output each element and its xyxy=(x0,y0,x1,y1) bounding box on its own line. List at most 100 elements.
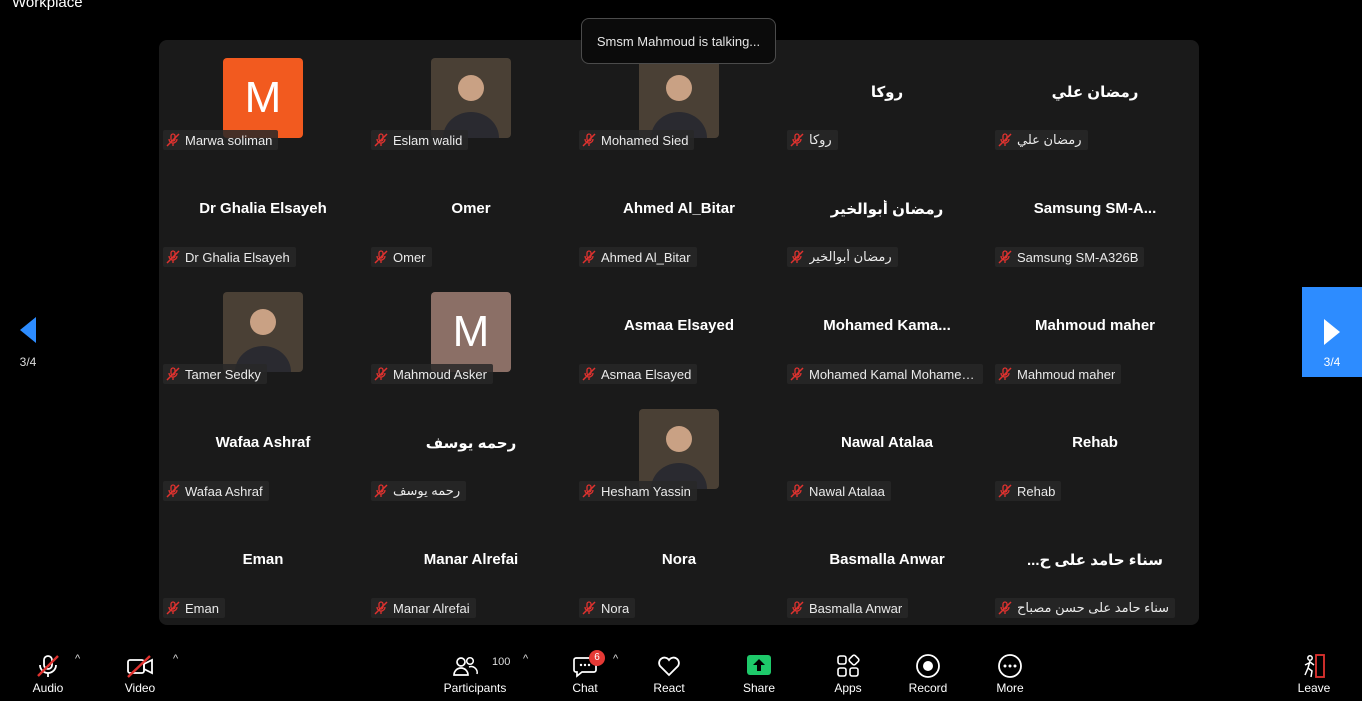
participant-tile[interactable]: Hesham Yassin xyxy=(575,391,783,508)
participant-name: رمضان أبوالخير xyxy=(809,249,892,264)
apps-button[interactable]: Apps xyxy=(825,649,871,697)
participant-display-name: Omer xyxy=(451,199,491,217)
participant-tile[interactable]: Mahmoud maher Mahmoud maher xyxy=(991,274,1199,391)
participant-display-name: روكا xyxy=(870,83,904,101)
participant-name: Samsung SM-A326B xyxy=(1017,249,1139,265)
more-options-icon xyxy=(998,654,1022,678)
participant-tile[interactable]: Basmalla Anwar Basmalla Anwar xyxy=(783,508,991,625)
participant-display-name: Nawal Atalaa xyxy=(841,433,933,451)
participant-name: Asmaa Elsayed xyxy=(601,366,692,382)
audio-options-caret-icon[interactable]: ^ xyxy=(75,653,80,665)
muted-mic-icon xyxy=(166,250,180,264)
record-icon xyxy=(916,654,940,678)
talking-indicator: Smsm Mahmoud is talking... xyxy=(581,18,776,64)
participant-tile[interactable]: Eman Eman xyxy=(159,508,367,625)
muted-mic-icon xyxy=(166,601,180,615)
gallery-view: M Marwa soliman Eslam walid Mohamed Sied روك… xyxy=(159,40,1199,625)
video-button[interactable]: Video xyxy=(114,649,166,697)
participants-count: 100 xyxy=(492,656,511,668)
participant-tile[interactable]: Samsung SM-A... Samsung SM-A326B xyxy=(991,157,1199,274)
participant-name: Mahmoud Asker xyxy=(393,366,487,382)
participant-display-name: ...سناء حامد على ح xyxy=(1027,551,1163,569)
participant-tile[interactable]: Asmaa Elsayed Asmaa Elsayed xyxy=(575,274,783,391)
participant-tile[interactable]: Nawal Atalaa Nawal Atalaa xyxy=(783,391,991,508)
participant-video-thumbnail xyxy=(431,58,511,138)
participant-tile[interactable]: M Mahmoud Asker xyxy=(367,274,575,391)
participant-tile[interactable]: رحمه يوسف رحمه يوسف xyxy=(367,391,575,508)
chat-label: Chat xyxy=(572,681,598,695)
record-label: Record xyxy=(908,681,948,695)
participant-name: Eslam walid xyxy=(393,132,463,148)
participant-name-tag: Eslam walid xyxy=(371,130,469,150)
participant-tile[interactable]: Mohamed Kama... Mohamed Kamal Mohamed ... xyxy=(783,274,991,391)
participant-tile[interactable]: رمضان أبوالخير رمضان أبوالخير xyxy=(783,157,991,274)
muted-mic-icon xyxy=(582,484,596,498)
participant-tile[interactable]: Ahmed Al_Bitar Ahmed Al_Bitar xyxy=(575,157,783,274)
participants-label: Participants xyxy=(443,681,507,695)
muted-mic-icon xyxy=(582,367,596,381)
record-button[interactable]: Record xyxy=(903,649,953,697)
chat-options-caret-icon[interactable]: ^ xyxy=(613,653,618,665)
participant-tile[interactable]: ...سناء حامد على ح سناء حامد على حسن مصبا… xyxy=(991,508,1199,625)
participant-tile[interactable]: Manar Alrefai Manar Alrefai xyxy=(367,508,575,625)
next-page-button[interactable]: 3/4 xyxy=(1302,287,1362,377)
muted-mic-icon xyxy=(998,250,1012,264)
participant-name-tag: Nora xyxy=(579,598,636,618)
participant-name: Eman xyxy=(185,600,219,616)
chevron-left-icon xyxy=(20,317,36,343)
participant-display-name: Mohamed Kama... xyxy=(823,316,951,334)
participant-name-tag: Ahmed Al_Bitar xyxy=(579,247,697,267)
participant-tile[interactable]: Omer Omer xyxy=(367,157,575,274)
muted-mic-icon xyxy=(374,601,388,615)
participant-display-name: Wafaa Ashraf xyxy=(215,433,311,451)
participant-tile[interactable]: Dr Ghalia Elsayeh Dr Ghalia Elsayeh xyxy=(159,157,367,274)
participant-tile[interactable]: M Marwa soliman xyxy=(159,40,367,157)
muted-mic-icon xyxy=(998,367,1012,381)
muted-mic-icon xyxy=(790,133,804,147)
muted-mic-icon xyxy=(582,133,596,147)
muted-mic-icon xyxy=(166,484,180,498)
audio-button[interactable]: Audio xyxy=(22,649,74,697)
participant-tile[interactable]: Eslam walid xyxy=(367,40,575,157)
participant-name-tag: Eman xyxy=(163,598,225,618)
participant-display-name: رحمه يوسف xyxy=(425,434,517,452)
participant-tile[interactable]: Rehab Rehab xyxy=(991,391,1199,508)
share-button[interactable]: Share xyxy=(736,649,782,697)
participant-display-name: Rehab xyxy=(1072,433,1118,451)
participant-name-tag: Manar Alrefai xyxy=(371,598,476,618)
muted-mic-icon xyxy=(998,601,1012,615)
app-title: Workplace xyxy=(12,0,83,11)
participant-name-tag: Hesham Yassin xyxy=(579,481,697,501)
participant-tile[interactable]: Wafaa Ashraf Wafaa Ashraf xyxy=(159,391,367,508)
participant-tile[interactable]: رمضان علي رمضان علي xyxy=(991,40,1199,157)
react-button[interactable]: React xyxy=(646,649,692,697)
video-options-caret-icon[interactable]: ^ xyxy=(173,653,178,665)
participant-name: روكا xyxy=(809,132,832,147)
audio-label: Audio xyxy=(32,681,64,695)
muted-mic-icon xyxy=(374,367,388,381)
previous-page-button[interactable]: 3/4 xyxy=(8,316,48,376)
leave-button[interactable]: Leave xyxy=(1291,649,1337,697)
participant-name: Rehab xyxy=(1017,483,1056,499)
participant-name-tag: رمضان علي xyxy=(995,130,1088,150)
participant-display-name: رمضان علي xyxy=(1051,83,1139,101)
participant-tile[interactable]: Tamer Sedky xyxy=(159,274,367,391)
participant-name-tag: رمضان أبوالخير xyxy=(787,247,898,267)
participant-tile[interactable]: Nora Nora xyxy=(575,508,783,625)
participant-name-tag: Tamer Sedky xyxy=(163,364,267,384)
participant-display-name: Eman xyxy=(242,550,284,568)
participant-tile[interactable]: روكا روكا xyxy=(783,40,991,157)
more-button[interactable]: More xyxy=(987,649,1033,697)
participant-name-tag: Asmaa Elsayed xyxy=(579,364,698,384)
heart-icon xyxy=(658,656,680,677)
participants-options-caret-icon[interactable]: ^ xyxy=(523,653,528,665)
participant-name: Basmalla Anwar xyxy=(809,600,903,616)
participant-display-name: Basmalla Anwar xyxy=(829,550,945,568)
chat-button[interactable]: 6 Chat xyxy=(563,649,607,697)
muted-mic-icon xyxy=(790,484,804,498)
participant-name: Nora xyxy=(601,600,630,616)
participants-button[interactable]: 100 Participants xyxy=(440,649,511,697)
participant-name: Ahmed Al_Bitar xyxy=(601,249,691,265)
page-indicator-right: 3/4 xyxy=(1323,355,1341,369)
participant-name: Mohamed Sied xyxy=(601,132,689,148)
